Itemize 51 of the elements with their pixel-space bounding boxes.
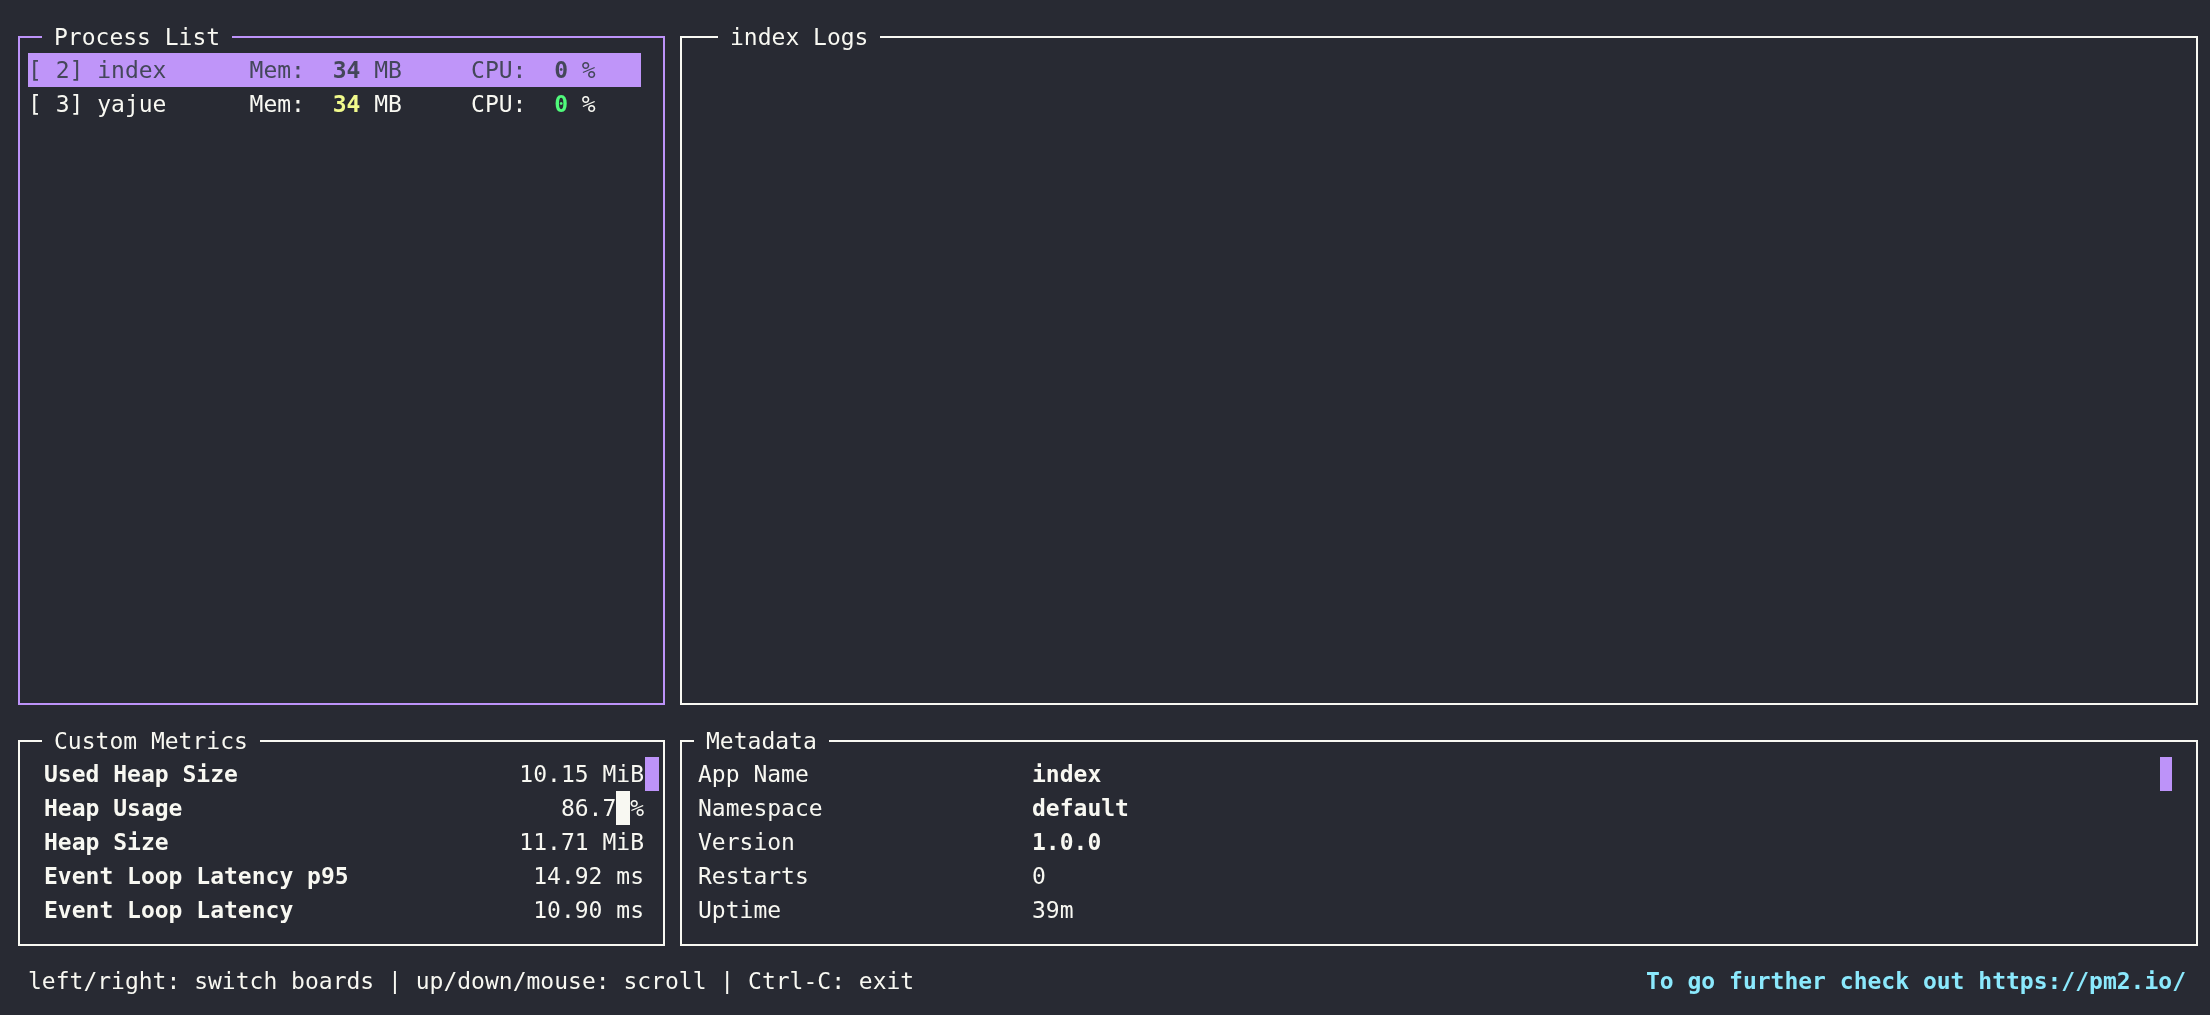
metadata-label: Version	[698, 827, 796, 857]
cpu-label: CPU:	[471, 56, 528, 85]
process-row[interactable]: [ 2] index Mem: 34 MB CPU: 0 %	[28, 53, 641, 87]
metadata-value: index	[1032, 759, 1102, 789]
metric-unit: %	[630, 793, 644, 823]
metadata-label: Restarts	[698, 861, 810, 891]
metric-value: 14.92	[533, 861, 603, 891]
metric-unit: ms	[616, 861, 644, 891]
panel-title: Custom Metrics	[53, 728, 249, 753]
mem-unit: MB	[374, 90, 403, 119]
cpu-unit: %	[581, 90, 596, 119]
process-row[interactable]: [ 3] yajue Mem: 34 MB CPU: 0 %	[28, 87, 641, 121]
mem-unit: MB	[374, 56, 403, 85]
metric-value: 10.90	[533, 895, 603, 925]
process-name: index	[97, 56, 168, 85]
panel-title: index Logs	[729, 25, 870, 49]
metric-unit: MiB	[602, 827, 644, 857]
metric-label: Event Loop Latency	[44, 895, 294, 925]
metric-value: 10.15	[519, 759, 589, 789]
key-help-text: left/right: switch boards | up/down/mouse: scroll | Ctrl-C: exit	[28, 966, 915, 996]
metric-label: Used Heap Size	[44, 759, 238, 789]
metric-label: Heap Size	[44, 827, 169, 857]
scrollbar-thumb	[645, 756, 659, 791]
metric-value: 11.71	[519, 827, 589, 857]
metric-value: 86.7	[560, 793, 617, 823]
mem-value: 34	[332, 56, 362, 85]
mem-label: Mem:	[249, 90, 306, 119]
metric-unit: ms	[616, 895, 644, 925]
panel-title: Metadata	[705, 728, 818, 753]
process-id: [ 3]	[28, 90, 85, 119]
cpu-value: 0	[554, 56, 569, 85]
metadata-label: Namespace	[698, 793, 824, 823]
metadata-value: 0	[1032, 861, 1046, 891]
metadata-label: App Name	[698, 759, 810, 789]
panel-title: Process List	[53, 25, 222, 49]
metric-label: Event Loop Latency p95	[44, 861, 349, 891]
metric-label: Heap Usage	[44, 793, 183, 823]
mem-value: 34	[332, 90, 362, 119]
metadata-value: 39m	[1032, 895, 1074, 925]
process-id: [ 2]	[28, 56, 85, 85]
promo-text: To go further check out https://pm2.io/	[1645, 966, 2186, 996]
cpu-unit: %	[581, 56, 596, 85]
metadata-value: default	[1032, 793, 1129, 823]
metric-unit: MiB	[602, 759, 644, 789]
cpu-value: 0	[554, 90, 569, 119]
cpu-label: CPU:	[471, 90, 528, 119]
metadata-value: 1.0.0	[1032, 827, 1102, 857]
scrollbar-thumb	[2160, 756, 2172, 791]
process-name: yajue	[97, 90, 168, 119]
metadata-label: Uptime	[698, 895, 783, 925]
mem-label: Mem:	[249, 56, 306, 85]
